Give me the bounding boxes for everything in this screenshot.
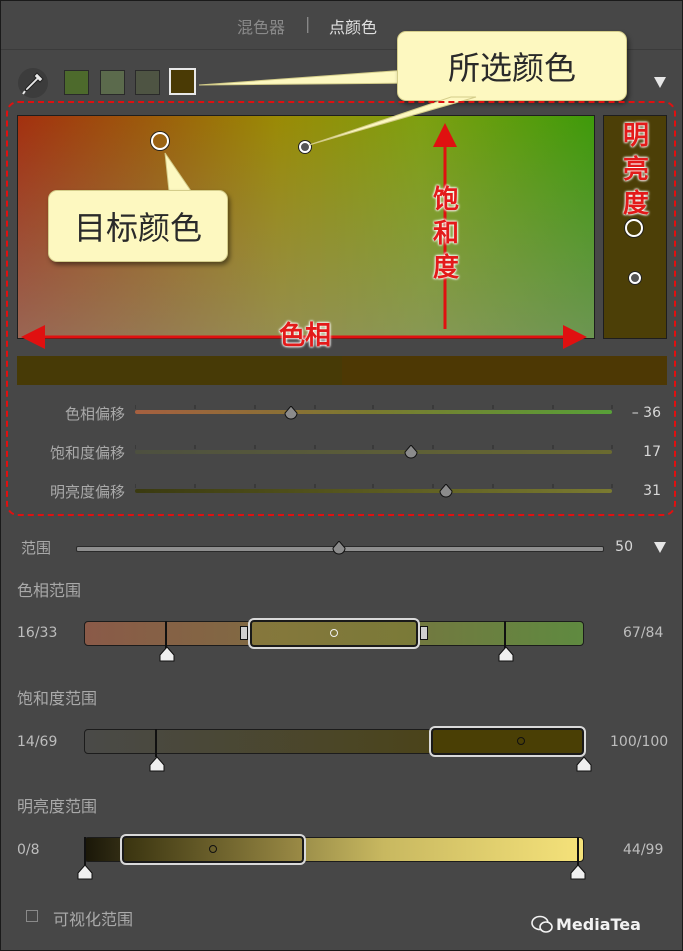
- visualize-range-label[interactable]: 可视化范围: [53, 906, 133, 930]
- tab-separator: |: [305, 14, 311, 33]
- color-swatch[interactable]: [100, 70, 125, 95]
- wechat-icon: [531, 915, 553, 933]
- hue-range-right-value: 67/84: [623, 625, 664, 641]
- color-swatch[interactable]: [64, 70, 89, 95]
- luminance-range-right-pointer[interactable]: [569, 864, 587, 880]
- point-color-panel: 混色器 | 点颜色 色相 饱和度 明亮度 所选颜色 目标颜色 色相偏移 – 36…: [0, 0, 683, 951]
- range-thumb[interactable]: [332, 541, 346, 556]
- hue-range-right-pointer[interactable]: [497, 646, 515, 662]
- visualize-range-checkbox[interactable]: [26, 910, 38, 922]
- saturation-range-left-pointer[interactable]: [148, 756, 166, 772]
- luminance-range-left-pointer[interactable]: [76, 864, 94, 880]
- hue-range-falloff-left: [165, 621, 167, 649]
- saturation-range-falloff-left: [155, 729, 157, 757]
- hue-range-title: 色相范围: [17, 581, 82, 600]
- hue-range-right-handle[interactable]: [420, 626, 428, 640]
- luminance-range-left-value: 0/8: [17, 842, 40, 858]
- saturation-range-right-value: 100/100: [610, 734, 669, 750]
- saturation-range-title: 饱和度范围: [17, 689, 98, 708]
- saturation-range-selection[interactable]: [429, 726, 586, 757]
- saturation-range-right-pointer[interactable]: [575, 756, 593, 772]
- luminance-range-falloff-right: [577, 837, 579, 865]
- hue-range-left-value: 16/33: [17, 625, 58, 641]
- color-swatch[interactable]: [135, 70, 160, 95]
- annotation-highlight-box: [6, 101, 676, 516]
- luminance-range-title: 明亮度范围: [17, 797, 98, 816]
- hue-range-left-pointer[interactable]: [158, 646, 176, 662]
- eyedropper-icon[interactable]: [17, 67, 49, 99]
- saturation-range-center-dot: [517, 737, 525, 745]
- luminance-range-right-value: 44/99: [623, 842, 664, 858]
- hue-range-center-dot: [330, 629, 338, 637]
- range-label: 范围: [21, 539, 52, 557]
- panel-menu-triangle-icon[interactable]: [654, 77, 666, 88]
- luminance-range-center-dot: [209, 845, 217, 853]
- hue-range-left-handle[interactable]: [240, 626, 248, 640]
- luminance-range-falloff-left: [84, 837, 86, 865]
- tab-point-color[interactable]: 点颜色: [329, 14, 377, 38]
- range-value[interactable]: 50: [573, 539, 633, 555]
- hue-range-falloff-right: [504, 621, 506, 649]
- watermark-text: MediaTea: [556, 915, 641, 934]
- tab-mixer[interactable]: 混色器: [237, 14, 285, 38]
- saturation-range-left-value: 14/69: [17, 734, 58, 750]
- range-expand-triangle-icon[interactable]: [654, 542, 666, 553]
